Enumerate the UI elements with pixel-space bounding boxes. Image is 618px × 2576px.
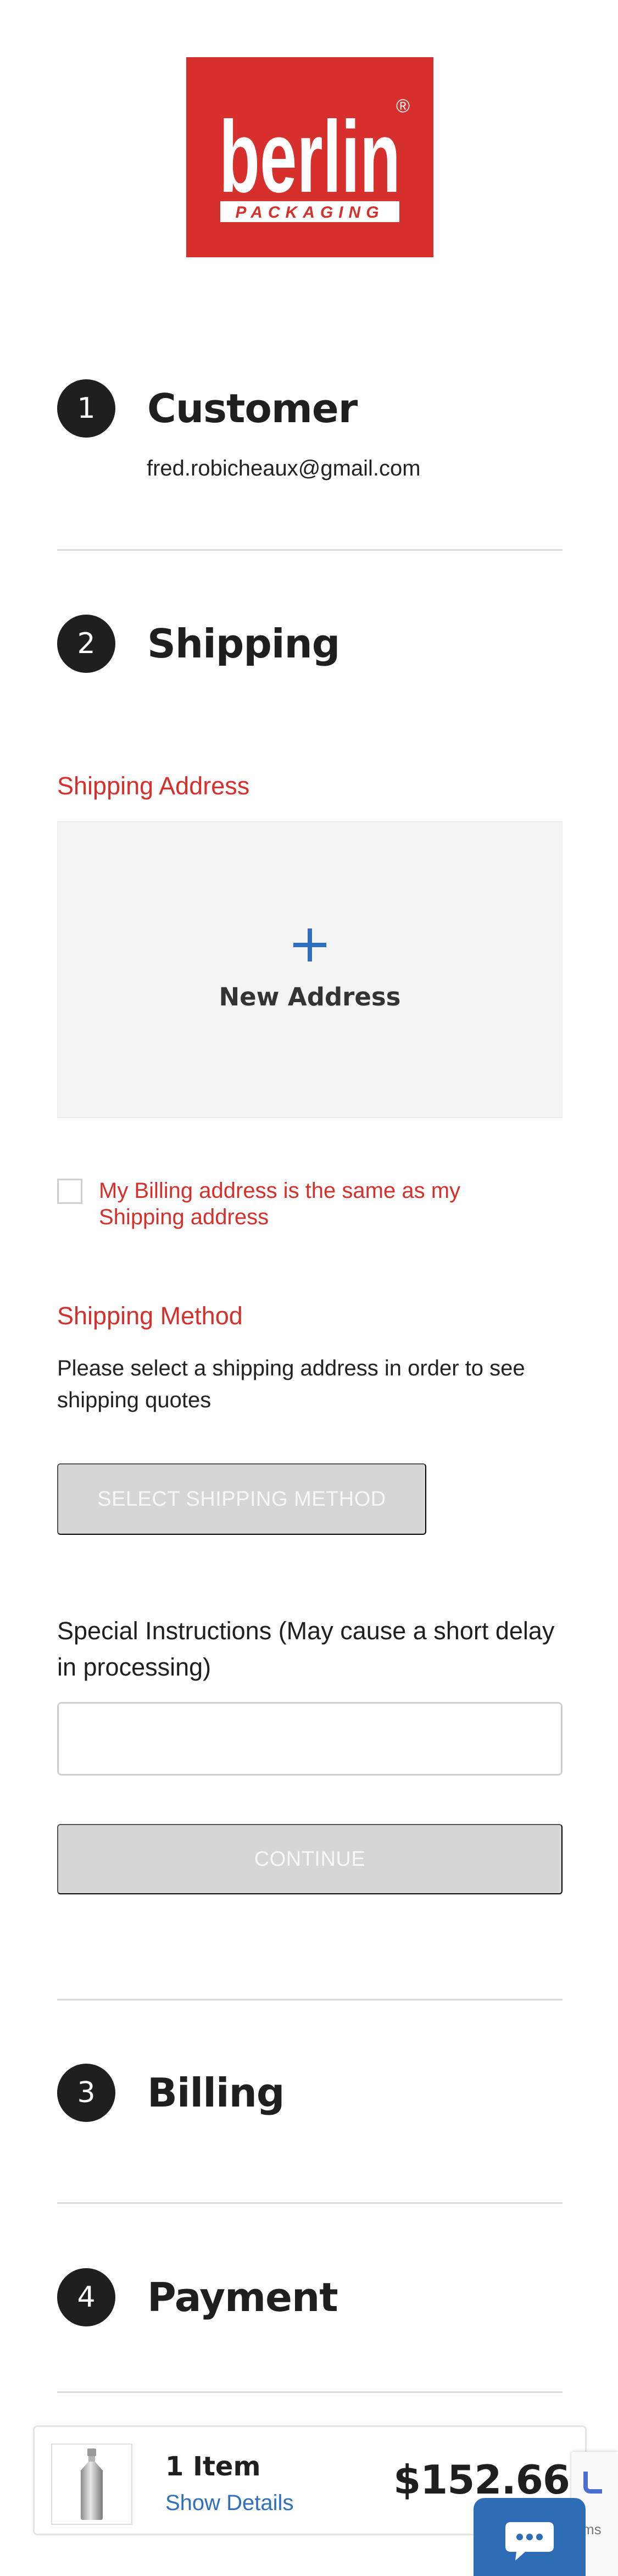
logo-wordmark: berlin [219,101,400,214]
special-instructions-label: Special Instructions (May cause a short … [57,1617,555,1681]
billing-same-as-shipping[interactable]: My Billing address is the same as my Shi… [57,1178,549,1230]
special-instructions-input[interactable] [57,1702,563,1776]
step-title-shipping: Shipping [147,621,340,667]
shipping-method-label: Shipping Method [57,1302,243,1330]
select-shipping-method-button[interactable]: SELECT SHIPPING METHOD [57,1463,426,1535]
product-thumbnail [51,2444,132,2525]
item-count: 1 Item [165,2451,261,2482]
step-number-badge: 4 [57,2268,115,2326]
section-divider [57,2391,563,2393]
step-title-payment: Payment [147,2274,338,2320]
step-title-customer: Customer [147,385,358,432]
step-billing: 3 Billing [57,2064,285,2122]
logo-registered-mark: ® [396,96,410,117]
billing-same-checkbox[interactable] [57,1179,82,1204]
bottle-icon [81,2448,103,2520]
step-title-billing: Billing [147,2070,285,2116]
chat-button[interactable] [474,2498,586,2576]
billing-same-label[interactable]: My Billing address is the same as my Shi… [99,1178,549,1230]
plus-icon [293,928,326,961]
logo-tagline: PACKAGING [235,203,384,222]
shipping-address-label: Shipping Address [57,772,250,800]
step-customer[interactable]: 1 Customer [57,379,358,438]
new-address-card[interactable]: New Address [57,821,563,1118]
section-divider [57,549,563,551]
step-shipping: 2 Shipping [57,615,340,673]
shipping-method-note: Please select a shipping address in orde… [57,1356,525,1412]
section-divider [57,2202,563,2204]
show-details-link[interactable]: Show Details [165,2491,293,2516]
new-address-label: New Address [219,982,401,1011]
chat-bubble-icon [505,2522,554,2561]
step-payment: 4 Payment [57,2268,338,2326]
order-total: $152.66 [393,2457,570,2503]
continue-button[interactable]: CONTINUE [57,1824,563,1894]
step-number-badge: 2 [57,615,115,673]
step-number-badge: 1 [57,379,115,438]
customer-email: fred.robicheaux@gmail.com [147,456,421,480]
step-number-badge: 3 [57,2064,115,2122]
berlin-packaging-logo[interactable]: berlin ® PACKAGING [186,57,433,257]
section-divider [57,1999,563,2000]
recaptcha-icon [583,2472,602,2494]
